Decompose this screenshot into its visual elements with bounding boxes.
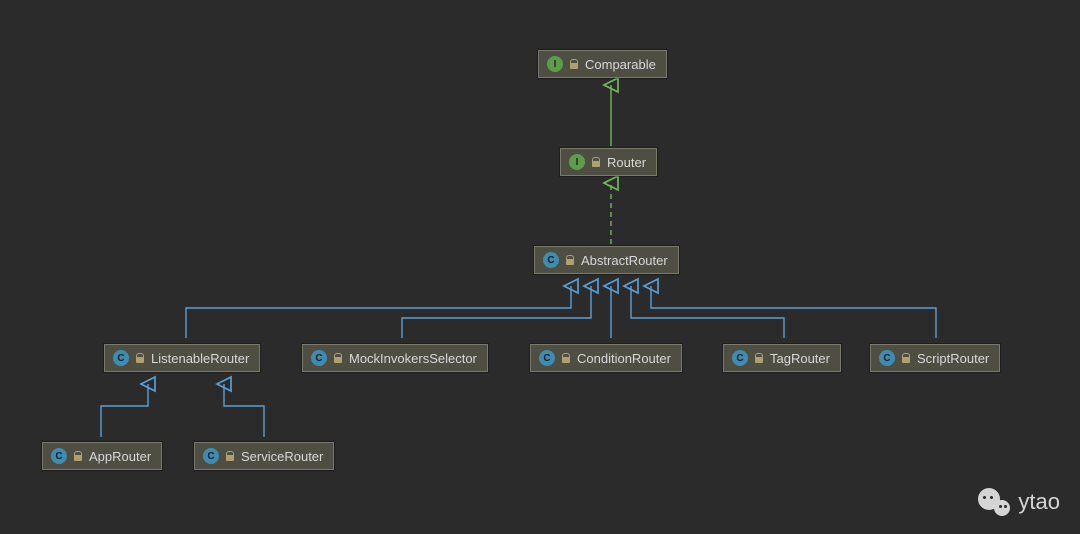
lock-icon xyxy=(565,255,575,265)
node-servicerouter[interactable]: ServiceRouter xyxy=(194,442,334,470)
node-label: Router xyxy=(607,155,646,170)
lock-icon xyxy=(135,353,145,363)
class-icon xyxy=(879,350,895,366)
lock-icon xyxy=(73,451,83,461)
class-icon xyxy=(203,448,219,464)
class-icon xyxy=(543,252,559,268)
node-label: ListenableRouter xyxy=(151,351,249,366)
class-icon xyxy=(113,350,129,366)
lock-icon xyxy=(901,353,911,363)
node-label: AppRouter xyxy=(89,449,151,464)
node-label: AbstractRouter xyxy=(581,253,668,268)
node-listenablerouter[interactable]: ListenableRouter xyxy=(104,344,260,372)
lock-icon xyxy=(225,451,235,461)
node-label: TagRouter xyxy=(770,351,830,366)
node-tagrouter[interactable]: TagRouter xyxy=(723,344,841,372)
lock-icon xyxy=(561,353,571,363)
interface-icon xyxy=(569,154,585,170)
lock-icon xyxy=(569,59,579,69)
class-icon xyxy=(311,350,327,366)
node-approuter[interactable]: AppRouter xyxy=(42,442,162,470)
wechat-icon xyxy=(978,488,1010,516)
node-mockinvokersselector[interactable]: MockInvokersSelector xyxy=(302,344,488,372)
class-icon xyxy=(539,350,555,366)
node-router[interactable]: Router xyxy=(560,148,657,176)
node-conditionrouter[interactable]: ConditionRouter xyxy=(530,344,682,372)
interface-icon xyxy=(547,56,563,72)
node-label: ServiceRouter xyxy=(241,449,323,464)
lock-icon xyxy=(754,353,764,363)
class-icon xyxy=(732,350,748,366)
node-label: ScriptRouter xyxy=(917,351,989,366)
class-icon xyxy=(51,448,67,464)
watermark-text: ytao xyxy=(1018,489,1060,515)
node-label: MockInvokersSelector xyxy=(349,351,477,366)
node-abstractrouter[interactable]: AbstractRouter xyxy=(534,246,679,274)
node-label: ConditionRouter xyxy=(577,351,671,366)
node-scriptrouter[interactable]: ScriptRouter xyxy=(870,344,1000,372)
watermark: ytao xyxy=(978,488,1060,516)
lock-icon xyxy=(333,353,343,363)
lock-icon xyxy=(591,157,601,167)
node-label: Comparable xyxy=(585,57,656,72)
node-comparable[interactable]: Comparable xyxy=(538,50,667,78)
